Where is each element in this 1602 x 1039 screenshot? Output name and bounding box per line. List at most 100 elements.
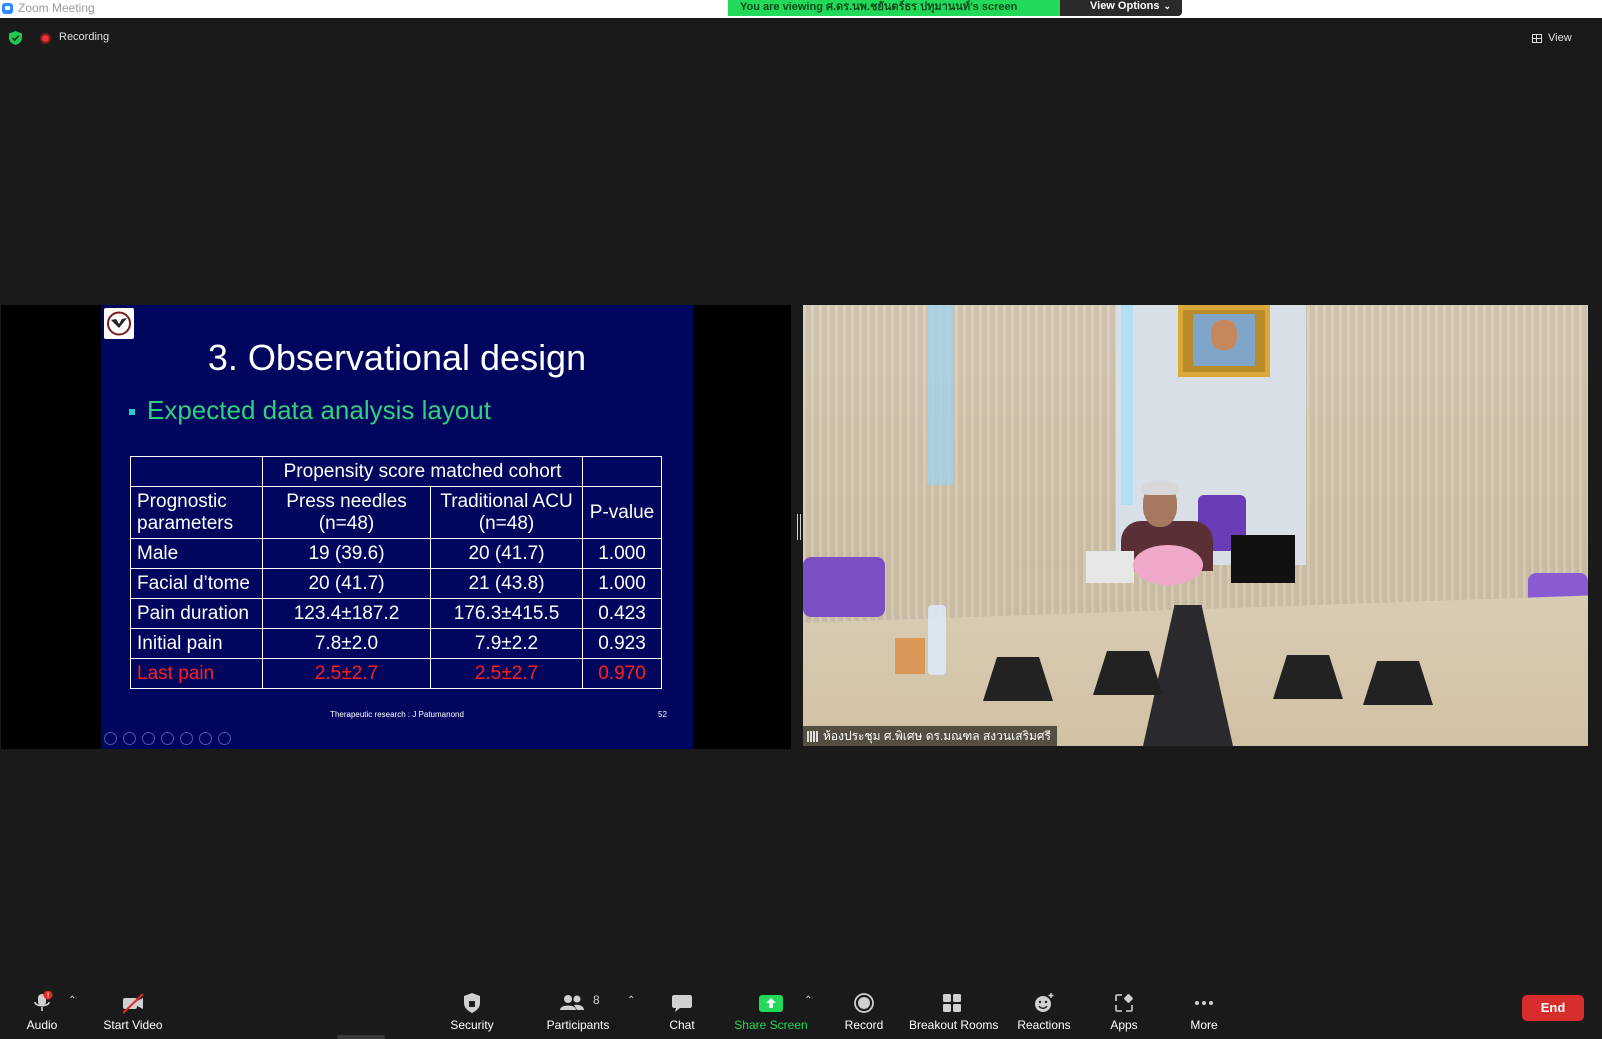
start-video-button[interactable]: Start Video <box>100 991 166 1032</box>
table-header-row: Propensity score matched cohort <box>130 456 662 487</box>
presentation-slide: 3. Observational design Expected data an… <box>101 305 693 749</box>
pen-icon[interactable] <box>142 732 155 745</box>
zoom-icon[interactable] <box>180 732 193 745</box>
participants-count: 8 <box>593 993 600 1007</box>
table-cell: 1.000 <box>582 538 662 569</box>
table-row-highlighted: Last pain 2.5±2.7 2.5±2.7 0.970 <box>130 658 662 689</box>
table-row: Male 19 (39.6) 20 (41.7) 1.000 <box>130 538 662 569</box>
view-label: View <box>1548 32 1572 44</box>
record-button[interactable]: Record <box>842 991 886 1032</box>
header-line: Press needles <box>286 490 407 512</box>
table-cell: 7.9±2.2 <box>430 628 583 659</box>
participants-icon-group: 8 <box>551 991 605 1015</box>
share-screen-button[interactable]: Share Screen <box>734 991 808 1032</box>
record-label: Record <box>844 1018 884 1032</box>
column-header: Traditional ACU (n=48) <box>430 486 583 539</box>
group-header: Propensity score matched cohort <box>262 456 583 487</box>
bullet-icon <box>129 409 135 415</box>
zoom-app-icon <box>2 3 13 14</box>
table-header-row: Prognostic parameters Press needles (n=4… <box>130 486 662 539</box>
slide-footer: Therapeutic research : J Patumanond <box>330 710 464 719</box>
table-cell: Last pain <box>130 658 263 689</box>
chevron-down-icon: ⌄ <box>1163 1 1172 11</box>
table-row: Facial d’tome 20 (41.7) 21 (43.8) 1.000 <box>130 568 662 599</box>
security-label: Security <box>450 1018 494 1032</box>
audio-label: Audio <box>26 1018 58 1032</box>
more-label: More <box>1190 1018 1218 1032</box>
breakout-rooms-label: Breakout Rooms <box>909 1018 999 1032</box>
slide-title: 3. Observational design <box>207 337 587 378</box>
header-line: parameters <box>137 512 234 534</box>
table-cell: 2.5±2.7 <box>262 658 431 689</box>
end-meeting-button[interactable]: End <box>1522 995 1584 1021</box>
slideshow-controls <box>104 732 231 746</box>
person-hair <box>1141 481 1179 495</box>
table-cell: 0.423 <box>582 598 662 629</box>
portrait-face <box>1211 320 1237 350</box>
participants-icon <box>560 995 584 1010</box>
participants-options-caret-icon[interactable]: ⌃ <box>627 995 635 1006</box>
portrait-frame <box>1178 305 1270 377</box>
subtitles-icon[interactable] <box>199 732 212 745</box>
apps-label: Apps <box>1110 1018 1138 1032</box>
grid-view-icon <box>1532 34 1542 43</box>
header-line: Traditional ACU <box>440 490 573 512</box>
table-cell: 123.4±187.2 <box>262 598 431 629</box>
chat-button[interactable]: Chat <box>666 991 698 1032</box>
recording-label[interactable]: Recording <box>59 31 109 43</box>
more-options-icon[interactable] <box>218 732 231 745</box>
start-video-label: Start Video <box>103 1018 163 1032</box>
table-row: Pain duration 123.4±187.2 176.3±415.5 0.… <box>130 598 662 629</box>
audio-options-caret-icon[interactable]: ⌃ <box>68 995 76 1006</box>
security-button[interactable]: Security <box>446 991 498 1032</box>
encryption-shield-icon[interactable] <box>9 31 22 45</box>
toolbar-scroll-indicator <box>337 1035 385 1039</box>
table-cell <box>130 456 263 487</box>
recording-icon <box>40 33 51 44</box>
column-header: Prognostic parameters <box>130 486 263 539</box>
reactions-button[interactable]: Reactions <box>1016 991 1072 1032</box>
audio-alert-badge: ! <box>47 993 49 1000</box>
view-options-label: View Options <box>1090 0 1160 12</box>
share-options-caret-icon[interactable]: ⌃ <box>804 995 812 1006</box>
column-header: P-value <box>582 486 662 539</box>
more-button[interactable]: More <box>1186 991 1222 1032</box>
table-cell: Facial d’tome <box>130 568 263 599</box>
share-screen-label: Share Screen <box>734 1018 808 1032</box>
chat-label: Chat <box>669 1018 695 1032</box>
record-icon <box>854 993 874 1013</box>
zoom-meeting-window: Zoom Meeting You are viewing ศ.ดร.นพ.ชยั… <box>0 0 1602 1039</box>
laptop <box>1086 551 1134 583</box>
participant-video[interactable]: ห้องประชุม ศ.พิเศษ ดร.มณฑล สงวนเสริมศรี <box>803 305 1588 746</box>
all-slides-icon[interactable] <box>161 732 174 745</box>
previous-slide-icon[interactable] <box>104 732 117 745</box>
participants-button[interactable]: 8 Participants <box>546 991 610 1032</box>
table-cell: Male <box>130 538 263 569</box>
audio-button[interactable]: ! Audio <box>22 991 62 1032</box>
breakout-rooms-button[interactable]: Breakout Rooms <box>909 991 999 1032</box>
monitor <box>1231 535 1295 583</box>
share-screen-icon <box>759 995 783 1012</box>
reactions-icon <box>1035 993 1054 1012</box>
table-cell: 7.8±2.0 <box>262 628 431 659</box>
header-line: (n=48) <box>478 512 535 534</box>
microphone-icon: ! <box>34 991 53 1011</box>
split-divider-handle[interactable] <box>797 514 801 540</box>
column-header: Press needles (n=48) <box>262 486 431 539</box>
table-cell: 19 (39.6) <box>262 538 431 569</box>
slide-page-number: 52 <box>658 710 667 719</box>
apps-button[interactable]: Apps <box>1106 991 1142 1032</box>
participant-name-tag: ห้องประชุม ศ.พิเศษ ดร.มณฑล สงวนเสริมศรี <box>803 726 1057 746</box>
video-window <box>1121 305 1133 505</box>
table-cell: 0.923 <box>582 628 662 659</box>
participant-name: ห้องประชุม ศ.พิเศษ ดร.มณฑล สงวนเสริมศรี <box>823 729 1051 743</box>
table-cell: 2.5±2.7 <box>430 658 583 689</box>
more-icon <box>1195 1001 1213 1005</box>
next-slide-icon[interactable] <box>123 732 136 745</box>
view-options-button[interactable]: View Options ⌄ <box>1060 0 1182 16</box>
header-line: Prognostic <box>137 490 227 512</box>
shared-screen[interactable]: 3. Observational design Expected data an… <box>1 305 791 749</box>
view-button[interactable]: View <box>1530 29 1586 47</box>
table-cell: 20 (41.7) <box>430 538 583 569</box>
slide-bullet: Expected data analysis layout <box>147 395 491 425</box>
